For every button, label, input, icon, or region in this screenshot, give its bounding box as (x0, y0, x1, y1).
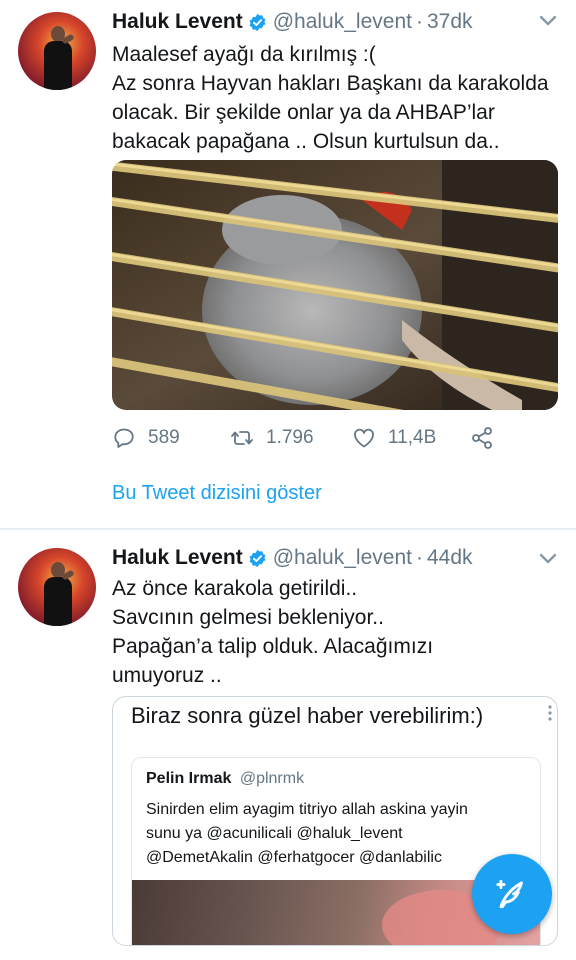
chevron-down-icon[interactable] (538, 14, 558, 28)
tweet-photo[interactable] (112, 160, 558, 410)
tweet-line: Az önce karakola getirildi.. (112, 577, 358, 600)
inner-tweet-text: Sinirden elim ayagim titriyo allah askin… (146, 798, 468, 870)
quote-headline: Biraz sonra güzel haber verebilirim:) (131, 703, 484, 728)
heart-icon (354, 428, 374, 448)
compose-tweet-button[interactable] (472, 854, 552, 934)
separator: · (415, 10, 423, 33)
tweet-header: Haluk Levent @haluk_levent · 44dk (112, 546, 473, 570)
avatar[interactable] (18, 12, 96, 90)
inner-tweet-line: sunu ya @acunilicali @haluk_levent (146, 825, 403, 842)
reply-icon (114, 428, 134, 448)
tweet-text: Maalesef ayağı da kırılmış :( Az sonra H… (112, 40, 552, 156)
verified-badge-icon (249, 549, 266, 567)
tweet-actions: 589 1.796 11,4B (112, 426, 512, 456)
tweet-1[interactable]: Haluk Levent @haluk_levent · 37dk Maales… (0, 0, 576, 528)
tweet-line: umuyoruz .. (112, 664, 222, 687)
tweet-line: bakacak papağana .. Olsun kurtulsun da.. (112, 130, 500, 153)
verified-badge-icon (249, 13, 266, 31)
chevron-down-icon[interactable] (538, 552, 558, 566)
author-handle[interactable]: @haluk_levent (273, 10, 412, 34)
share-button[interactable] (470, 426, 506, 450)
avatar[interactable] (18, 548, 96, 626)
more-vertical-icon[interactable] (547, 705, 553, 721)
retweet-button[interactable]: 1.796 (230, 426, 314, 450)
inner-tweet-line: Sinirden elim ayagim titriyo allah askin… (146, 801, 468, 818)
tweet-line: Az sonra Hayvan hakları Başkanı da karak… (112, 72, 549, 95)
inner-author-handle: @plnrmk (239, 770, 305, 787)
inner-tweet-header: Pelin Irmak @plnrmk (146, 770, 304, 788)
tweet-line: olacak. Bir şekilde onlar ya da AHBAP’la… (112, 101, 495, 124)
like-button[interactable]: 11,4B (352, 426, 436, 450)
share-icon (472, 427, 492, 449)
tweet-header: Haluk Levent @haluk_levent · 37dk (112, 10, 473, 34)
timestamp[interactable]: 44dk (427, 546, 473, 570)
reply-count: 589 (148, 427, 180, 448)
timestamp[interactable]: 37dk (427, 10, 473, 34)
reply-button[interactable]: 589 (112, 426, 180, 450)
retweet-count: 1.796 (266, 427, 314, 448)
tweet-line: Savcının gelmesi bekleniyor.. (112, 606, 384, 629)
parrot-in-cage-photo (112, 160, 558, 410)
tweet-line: Papağan’a talip olduk. Alacağımızı (112, 635, 434, 658)
author-name[interactable]: Haluk Levent (112, 546, 243, 570)
retweet-icon (231, 431, 253, 445)
inner-author-name: Pelin Irmak (146, 770, 232, 787)
show-thread-link[interactable]: Bu Tweet dizisini göster (112, 482, 322, 505)
inner-tweet-line: @DemetAkalin @ferhatgocer @danlabilic (146, 849, 442, 866)
tweet-line: Maalesef ayağı da kırılmış :( (112, 43, 376, 66)
separator: · (415, 546, 423, 569)
like-count: 11,4B (388, 427, 437, 448)
compose-feather-icon (496, 879, 523, 909)
author-handle[interactable]: @haluk_levent (273, 546, 412, 570)
author-name[interactable]: Haluk Levent (112, 10, 243, 34)
tweet-text: Az önce karakola getirildi.. Savcının ge… (112, 574, 552, 690)
